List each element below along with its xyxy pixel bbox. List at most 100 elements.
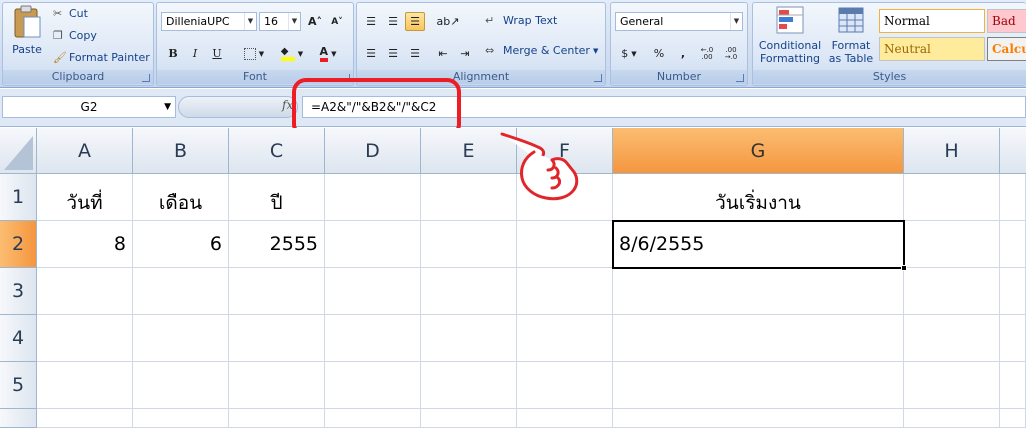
- cell-d6[interactable]: [325, 409, 421, 428]
- increase-decimal-button[interactable]: ←.0 .00: [697, 44, 717, 63]
- orientation-button[interactable]: ab↗: [433, 12, 463, 31]
- number-launcher-icon[interactable]: [736, 74, 744, 82]
- alignment-launcher-icon[interactable]: [594, 74, 602, 82]
- copy-button[interactable]: ❐ Copy: [53, 29, 97, 42]
- cell-b2[interactable]: 6: [133, 221, 229, 268]
- cell-a1[interactable]: วันที่: [37, 174, 133, 221]
- italic-button[interactable]: I: [185, 44, 205, 63]
- column-header-c[interactable]: C: [229, 128, 325, 174]
- row-header-6[interactable]: [0, 409, 37, 428]
- align-middle-button[interactable]: ☰: [383, 12, 403, 31]
- cell-a6[interactable]: [37, 409, 133, 428]
- row-header-5[interactable]: 5: [0, 362, 37, 409]
- cell-i4[interactable]: [1000, 315, 1026, 362]
- cell-i2[interactable]: [1000, 221, 1026, 268]
- paste-button[interactable]: Paste: [7, 5, 47, 65]
- row-header-3[interactable]: 3: [0, 268, 37, 315]
- cell-f6[interactable]: [517, 409, 613, 428]
- cell-c1[interactable]: ปี: [229, 174, 325, 221]
- format-as-table-button[interactable]: Format as Table: [827, 5, 875, 71]
- comma-button[interactable]: ,: [673, 44, 693, 63]
- row-header-2[interactable]: 2: [0, 221, 37, 268]
- cell-h6[interactable]: [904, 409, 1000, 428]
- cell-c2[interactable]: 2555: [229, 221, 325, 268]
- percent-button[interactable]: %: [649, 44, 669, 63]
- cell-d5[interactable]: [325, 362, 421, 409]
- borders-button[interactable]: ▼: [239, 44, 269, 63]
- cell-b4[interactable]: [133, 315, 229, 362]
- cell-b6[interactable]: [133, 409, 229, 428]
- number-format-select[interactable]: General ▼: [615, 12, 743, 31]
- decrease-decimal-button[interactable]: .00 →.0: [721, 44, 741, 63]
- cell-h2[interactable]: [904, 221, 1000, 268]
- align-top-button[interactable]: ☰: [361, 12, 381, 31]
- cell-a2[interactable]: 8: [37, 221, 133, 268]
- cell-h4[interactable]: [904, 315, 1000, 362]
- shrink-font-button[interactable]: A˅: [327, 12, 347, 31]
- underline-button[interactable]: U: [207, 44, 227, 63]
- cell-g1[interactable]: วันเริ่มงาน: [613, 174, 904, 221]
- cell-i3[interactable]: [1000, 268, 1026, 315]
- name-box[interactable]: G2 ▼: [2, 96, 176, 118]
- cell-e6[interactable]: [421, 409, 517, 428]
- cell-c5[interactable]: [229, 362, 325, 409]
- cell-e4[interactable]: [421, 315, 517, 362]
- formula-bar-splitter[interactable]: [178, 96, 298, 118]
- fill-color-button[interactable]: ◆ ▼: [277, 44, 307, 63]
- column-header-b[interactable]: B: [133, 128, 229, 174]
- cut-button[interactable]: ✂ Cut: [53, 7, 88, 20]
- cell-d3[interactable]: [325, 268, 421, 315]
- grow-font-button[interactable]: A˄: [305, 12, 325, 31]
- bold-button[interactable]: B: [163, 44, 183, 63]
- font-name-select[interactable]: DilleniaUPC ▼: [161, 12, 257, 31]
- align-left-button[interactable]: ☰: [361, 44, 381, 63]
- row-header-4[interactable]: 4: [0, 315, 37, 362]
- align-right-button[interactable]: ☰: [405, 44, 425, 63]
- cell-a5[interactable]: [37, 362, 133, 409]
- style-neutral[interactable]: Neutral: [879, 37, 985, 61]
- cell-b1[interactable]: เดือน: [133, 174, 229, 221]
- cell-b3[interactable]: [133, 268, 229, 315]
- column-header-i[interactable]: [1000, 128, 1026, 174]
- decrease-indent-button[interactable]: ⇤: [433, 44, 453, 63]
- column-header-h[interactable]: H: [904, 128, 1000, 174]
- cell-i6[interactable]: [1000, 409, 1026, 428]
- cell-f3[interactable]: [517, 268, 613, 315]
- cell-d4[interactable]: [325, 315, 421, 362]
- cell-d1[interactable]: [325, 174, 421, 221]
- cell-f2[interactable]: [517, 221, 613, 268]
- cell-h1[interactable]: [904, 174, 1000, 221]
- cell-g3[interactable]: [613, 268, 904, 315]
- style-bad[interactable]: Bad: [987, 9, 1026, 33]
- style-calculation[interactable]: Calcula: [987, 37, 1026, 61]
- cell-g6[interactable]: [613, 409, 904, 428]
- column-header-g[interactable]: G: [613, 128, 904, 174]
- cell-d2[interactable]: [325, 221, 421, 268]
- cell-c4[interactable]: [229, 315, 325, 362]
- merge-center-button[interactable]: ⇔ Merge & Center ▼: [485, 44, 598, 57]
- cell-c3[interactable]: [229, 268, 325, 315]
- increase-indent-button[interactable]: ⇥: [455, 44, 475, 63]
- cell-b5[interactable]: [133, 362, 229, 409]
- cell-f4[interactable]: [517, 315, 613, 362]
- style-normal[interactable]: Normal: [879, 9, 985, 33]
- cell-h3[interactable]: [904, 268, 1000, 315]
- currency-button[interactable]: $ ▼: [615, 44, 643, 63]
- column-header-a[interactable]: A: [37, 128, 133, 174]
- cell-h5[interactable]: [904, 362, 1000, 409]
- cell-f5[interactable]: [517, 362, 613, 409]
- conditional-formatting-button[interactable]: Conditional Formatting: [755, 5, 825, 71]
- cell-e2[interactable]: [421, 221, 517, 268]
- format-painter-button[interactable]: 🖌 Format Painter: [53, 51, 150, 64]
- cell-a4[interactable]: [37, 315, 133, 362]
- column-header-d[interactable]: D: [325, 128, 421, 174]
- cell-e5[interactable]: [421, 362, 517, 409]
- row-header-1[interactable]: 1: [0, 174, 37, 221]
- cell-g5[interactable]: [613, 362, 904, 409]
- wrap-text-button[interactable]: ↵ Wrap Text: [485, 14, 557, 27]
- cell-c6[interactable]: [229, 409, 325, 428]
- fill-handle[interactable]: [901, 265, 907, 271]
- cell-e3[interactable]: [421, 268, 517, 315]
- select-all-button[interactable]: [0, 128, 37, 174]
- align-bottom-button[interactable]: ☰: [405, 12, 425, 31]
